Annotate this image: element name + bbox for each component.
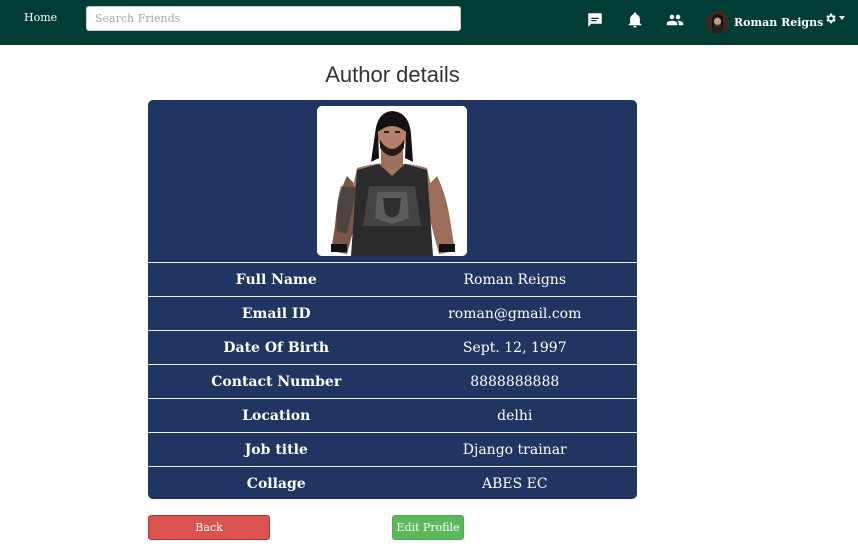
row-value: ABES EC: [481, 475, 548, 492]
table-row: Location delhi: [148, 398, 637, 432]
row-label: Collage: [246, 475, 306, 492]
user-menu[interactable]: Roman Reigns: [706, 10, 823, 34]
row-label: Full Name: [235, 271, 317, 288]
row-label: Date Of Birth: [223, 339, 330, 356]
row-value: Sept. 12, 1997: [462, 339, 567, 356]
search-friends-input[interactable]: [86, 6, 461, 31]
profile-details-table: Full Name Roman Reigns Email ID roman@gm…: [148, 262, 637, 499]
chevron-down-icon: [839, 16, 845, 20]
top-navbar: Home Roman Reigns: [0, 0, 858, 45]
row-value: Django trainar: [462, 441, 567, 458]
table-row: Collage ABES EC: [148, 466, 637, 499]
avatar: [706, 10, 729, 34]
row-label: Contact Number: [211, 373, 342, 390]
author-card: Full Name Roman Reigns Email ID roman@gm…: [148, 100, 637, 499]
friends-icon[interactable]: [666, 11, 684, 29]
home-link[interactable]: Home: [24, 11, 57, 24]
table-row: Job title Django trainar: [148, 432, 637, 466]
author-photo: [317, 106, 467, 256]
row-label: Email ID: [241, 305, 311, 322]
row-value: delhi: [497, 407, 533, 424]
table-row: Full Name Roman Reigns: [148, 262, 637, 296]
settings-dropdown[interactable]: [824, 10, 848, 26]
message-icon[interactable]: [586, 11, 604, 29]
table-row: Contact Number 8888888888: [148, 364, 637, 398]
gear-icon: [824, 12, 837, 25]
page-title: Author details: [325, 62, 460, 87]
row-label: Job title: [244, 441, 308, 458]
edit-profile-button[interactable]: Edit Profile: [392, 515, 464, 540]
table-row: Date Of Birth Sept. 12, 1997: [148, 330, 637, 364]
row-value: 8888888888: [470, 373, 560, 390]
user-name: Roman Reigns: [734, 15, 824, 29]
table-row: Email ID roman@gmail.com: [148, 296, 637, 330]
row-value: roman@gmail.com: [448, 305, 582, 322]
row-label: Location: [242, 407, 311, 424]
row-value: Roman Reigns: [463, 271, 567, 288]
bell-icon[interactable]: [626, 11, 644, 29]
back-button[interactable]: Back: [148, 515, 270, 540]
